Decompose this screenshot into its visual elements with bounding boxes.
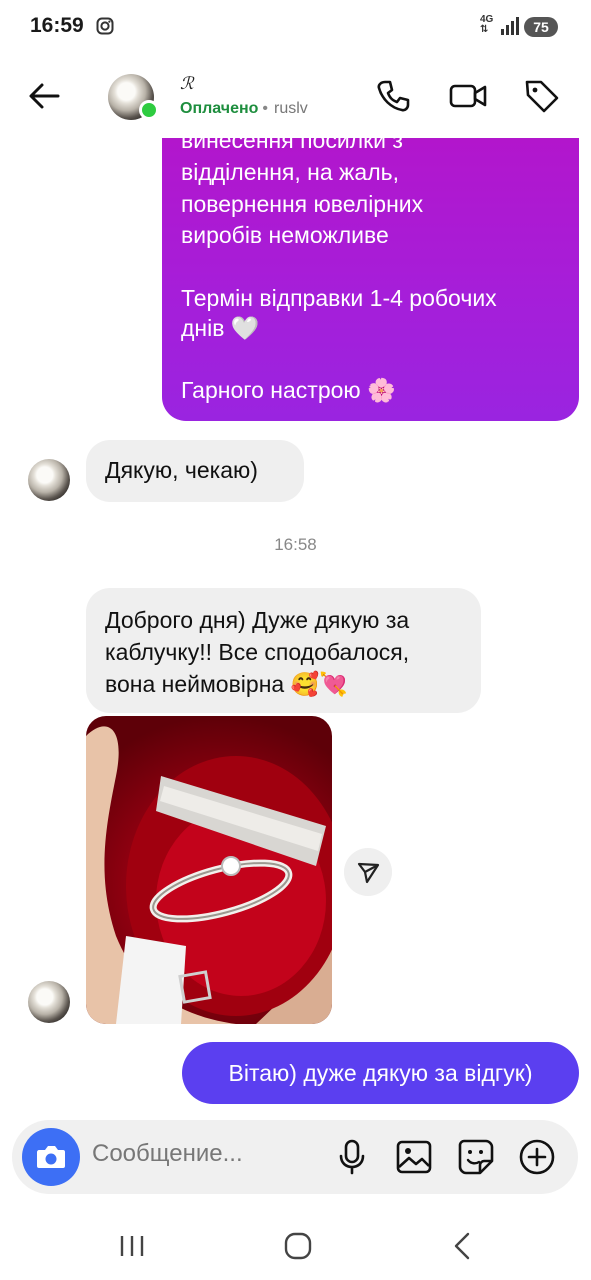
- recent-apps-icon[interactable]: [114, 1228, 150, 1264]
- camera-button[interactable]: [22, 1128, 80, 1186]
- message-line: Термін відправки 1-4 робочих: [181, 285, 497, 311]
- message-line: вона неймовірна 🥰💘: [105, 671, 348, 697]
- message-input[interactable]: Сообщение...: [92, 1140, 243, 1168]
- sticker-icon[interactable]: [456, 1137, 496, 1177]
- send-icon[interactable]: [344, 848, 392, 896]
- photo-message[interactable]: [86, 716, 332, 1024]
- message-line: днів 🤍: [181, 315, 260, 341]
- message-timestamp: 16:58: [274, 535, 317, 554]
- message-composer: Сообщение...: [12, 1120, 578, 1194]
- contact-status-line: Оплачено • ruslv: [180, 100, 308, 118]
- image-icon[interactable]: [394, 1137, 434, 1177]
- message-line: Доброго дня) Дуже дякую за: [105, 607, 410, 633]
- back-arrow-icon[interactable]: [24, 76, 64, 116]
- phone-icon[interactable]: [373, 76, 413, 116]
- sender-avatar[interactable]: [28, 981, 70, 1023]
- message-line: виробів неможливе: [181, 222, 389, 248]
- message-text: Дякую, чекаю): [105, 457, 258, 483]
- contact-username: ruslv: [274, 100, 308, 117]
- battery-indicator: 75: [524, 17, 558, 37]
- incoming-message-bubble[interactable]: Дякую, чекаю): [86, 440, 304, 502]
- message-line: повернення ювелірних: [181, 191, 424, 217]
- camera-icon: [37, 1146, 65, 1168]
- instagram-notification-icon: [96, 17, 114, 35]
- message-line: каблучку!! Все сподобалося,: [105, 639, 410, 665]
- message-line: відділення, на жаль,: [181, 159, 399, 185]
- system-navigation-bar: [0, 1210, 591, 1280]
- plus-circle-icon[interactable]: [517, 1137, 557, 1177]
- status-time: 16:59: [30, 14, 84, 37]
- message-line: Гарного настрою 🌸: [181, 377, 396, 403]
- network-type: 4G ⇅: [480, 14, 494, 35]
- incoming-message-bubble[interactable]: Доброго дня) Дуже дякую за каблучку!! Вс…: [86, 588, 481, 713]
- video-camera-icon[interactable]: [448, 76, 488, 116]
- tag-icon[interactable]: [522, 76, 562, 116]
- microphone-icon[interactable]: [332, 1137, 372, 1177]
- sender-avatar[interactable]: [28, 459, 70, 501]
- status-bar: 16:59 4G ⇅ 75: [0, 0, 591, 56]
- separator-dot: •: [262, 100, 269, 117]
- home-icon[interactable]: [280, 1228, 316, 1264]
- online-status-dot: [139, 100, 159, 120]
- payment-status-label: Оплачено: [180, 100, 259, 117]
- contact-name[interactable]: ℛ: [180, 74, 194, 94]
- message-text: Вітаю) дуже дякую за відгук): [228, 1060, 533, 1086]
- back-nav-icon[interactable]: [446, 1228, 482, 1264]
- chat-header: ℛ Оплачено • ruslv: [0, 56, 591, 138]
- outgoing-message-bubble[interactable]: винесення посилки з відділення, на жаль,…: [162, 100, 579, 421]
- outgoing-message-bubble[interactable]: Вітаю) дуже дякую за відгук): [182, 1042, 579, 1104]
- ring-photo-image: [86, 726, 332, 1024]
- signal-icon: [501, 17, 519, 35]
